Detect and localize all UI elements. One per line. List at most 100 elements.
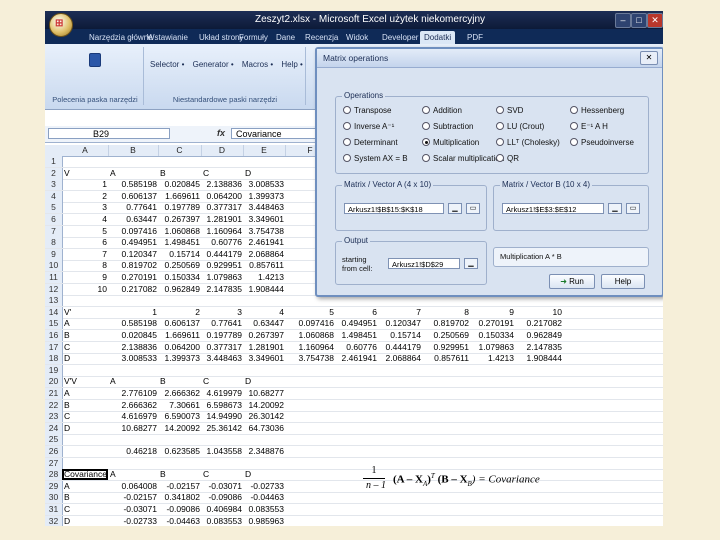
grid-cell[interactable]: 4.619979 [201,388,242,399]
row-header[interactable]: 31 [45,504,63,515]
grid-cell[interactable]: 14.20092 [243,400,284,411]
tab-4[interactable]: Dane [272,31,299,44]
grid-cell[interactable]: C [62,411,108,422]
grid-cell[interactable]: 4 [62,214,107,225]
grid-cell[interactable]: B [158,376,201,387]
grid-cell[interactable]: 1.908444 [243,284,284,295]
grid-cell[interactable]: 6 [62,237,107,248]
row-header[interactable]: 5 [45,202,63,214]
column-header[interactable]: C [158,145,202,156]
grid-cell[interactable]: 0.083553 [243,504,284,515]
grid-cell[interactable]: 0.377317 [201,202,242,213]
grid-cell[interactable]: V'V [62,376,108,387]
tab-3[interactable]: Formuły [235,31,272,44]
row-header[interactable]: 2 [45,167,63,179]
row-header[interactable]: 7 [45,225,63,237]
row-header[interactable]: 9 [45,248,63,260]
grid-cell[interactable]: 0.623585 [158,446,200,457]
grid-cell[interactable]: 0.377317 [201,342,242,353]
grid-cell[interactable]: 0.267397 [243,330,284,341]
grid-cell[interactable]: A [108,376,158,387]
grid-cell[interactable]: 3.754738 [243,226,284,237]
operation-radio[interactable]: Scalar multiplication [422,154,504,163]
grid-cell[interactable]: 7.30661 [158,400,200,411]
grid-cell[interactable]: 0.15714 [158,249,200,260]
grid-cell[interactable]: 0.020845 [158,179,200,190]
operation-radio[interactable]: Transpose [343,106,392,115]
grid-cell[interactable]: D [62,516,108,526]
grid-cell[interactable]: 0.63447 [108,214,157,225]
tab-1[interactable]: Wstawianie [143,31,192,44]
matrix-a-select-button[interactable]: ▭ [466,203,480,214]
row-header[interactable]: 22 [45,399,63,411]
grid-cell[interactable]: 2.348876 [243,446,284,457]
grid-cell[interactable]: 6 [335,307,377,318]
grid-cell[interactable]: 2.138836 [201,179,242,190]
row-header[interactable]: 6 [45,214,63,225]
grid-cell[interactable]: A [108,168,158,179]
grid-cell[interactable]: 14.20092 [158,423,200,434]
row-header[interactable]: 13 [45,295,63,307]
grid-cell[interactable]: 2.138836 [108,342,157,353]
grid-cell[interactable]: 3 [201,307,242,318]
grid-cell[interactable]: 2.461941 [335,353,377,364]
matrix-b-range-input[interactable]: Arkusz1!$E$3:$E$12 [502,203,604,214]
grid-cell[interactable]: 5 [62,226,107,237]
grid-cell[interactable]: 1.4213 [243,272,284,283]
row-header[interactable]: 26 [45,446,63,457]
operation-radio[interactable]: Determinant [343,138,398,147]
grid-cell[interactable]: 1.060868 [285,330,334,341]
grid-cell[interactable]: 1.4213 [470,353,514,364]
grid-cell[interactable]: V' [62,307,108,318]
row-header[interactable]: 20 [45,376,63,388]
grid-cell[interactable]: 5 [285,307,334,318]
grid-cell[interactable]: 0.270191 [470,318,514,329]
grid-cell[interactable]: 1.498451 [158,237,200,248]
matrix-a-range-input[interactable]: Arkusz1!$B$15:$K$18 [344,203,444,214]
grid-cell[interactable]: 7 [378,307,421,318]
grid-cell[interactable]: 0.020845 [108,330,157,341]
grid-cell[interactable]: 0.585198 [108,318,157,329]
grid-cell[interactable]: 0.15714 [378,330,421,341]
operation-radio[interactable]: Addition [422,106,462,115]
row-header[interactable]: 24 [45,422,63,434]
grid-cell[interactable]: 0.585198 [108,179,157,190]
grid-cell[interactable]: 3.349601 [243,214,284,225]
row-header[interactable]: 27 [45,457,63,469]
row-header[interactable]: 32 [45,515,63,526]
row-header[interactable]: 28 [45,469,63,481]
grid-cell[interactable]: 0.60776 [201,237,242,248]
grid-cell[interactable]: C [201,168,243,179]
grid-cell[interactable]: 0.857611 [243,260,284,271]
grid-cell[interactable]: 1.060868 [158,226,200,237]
grid-cell[interactable]: 1.669611 [158,330,200,341]
grid-cell[interactable]: C [201,469,243,480]
grid-cell[interactable]: -0.04463 [243,492,284,503]
grid-cell[interactable]: 1 [108,307,157,318]
grid-cell[interactable]: D [62,353,108,364]
grid-cell[interactable]: 0.406984 [201,504,242,515]
grid-cell[interactable]: 0.819702 [422,318,469,329]
row-header[interactable]: 11 [45,272,63,283]
grid-cell[interactable]: 3.008533 [243,179,284,190]
grid-cell[interactable]: 3.448463 [243,202,284,213]
grid-cell[interactable]: A [62,318,108,329]
grid-cell[interactable]: B [158,469,201,480]
grid-cell[interactable]: 1.399373 [158,353,200,364]
grid-cell[interactable]: 3.008533 [108,353,157,364]
grid-cell[interactable]: -0.09086 [158,504,200,515]
grid-cell[interactable]: 0.77641 [108,202,157,213]
grid-cell[interactable]: 0.197789 [201,330,242,341]
grid-cell[interactable]: 0.857611 [422,353,469,364]
grid-cell[interactable]: B [62,330,108,341]
grid-cell[interactable]: 0.150334 [470,330,514,341]
operation-radio[interactable]: Hessenberg [570,106,624,115]
grid-cell[interactable]: 0.444179 [201,249,242,260]
grid-cell[interactable]: 1.043558 [201,446,242,457]
tab-9[interactable]: PDF [463,31,487,44]
grid-cell[interactable]: 0.77641 [201,318,242,329]
operation-radio[interactable]: Subtraction [422,122,473,131]
menu-help[interactable]: Help • [281,60,302,69]
grid-cell[interactable]: 8 [422,307,469,318]
row-header[interactable]: 19 [45,364,63,376]
